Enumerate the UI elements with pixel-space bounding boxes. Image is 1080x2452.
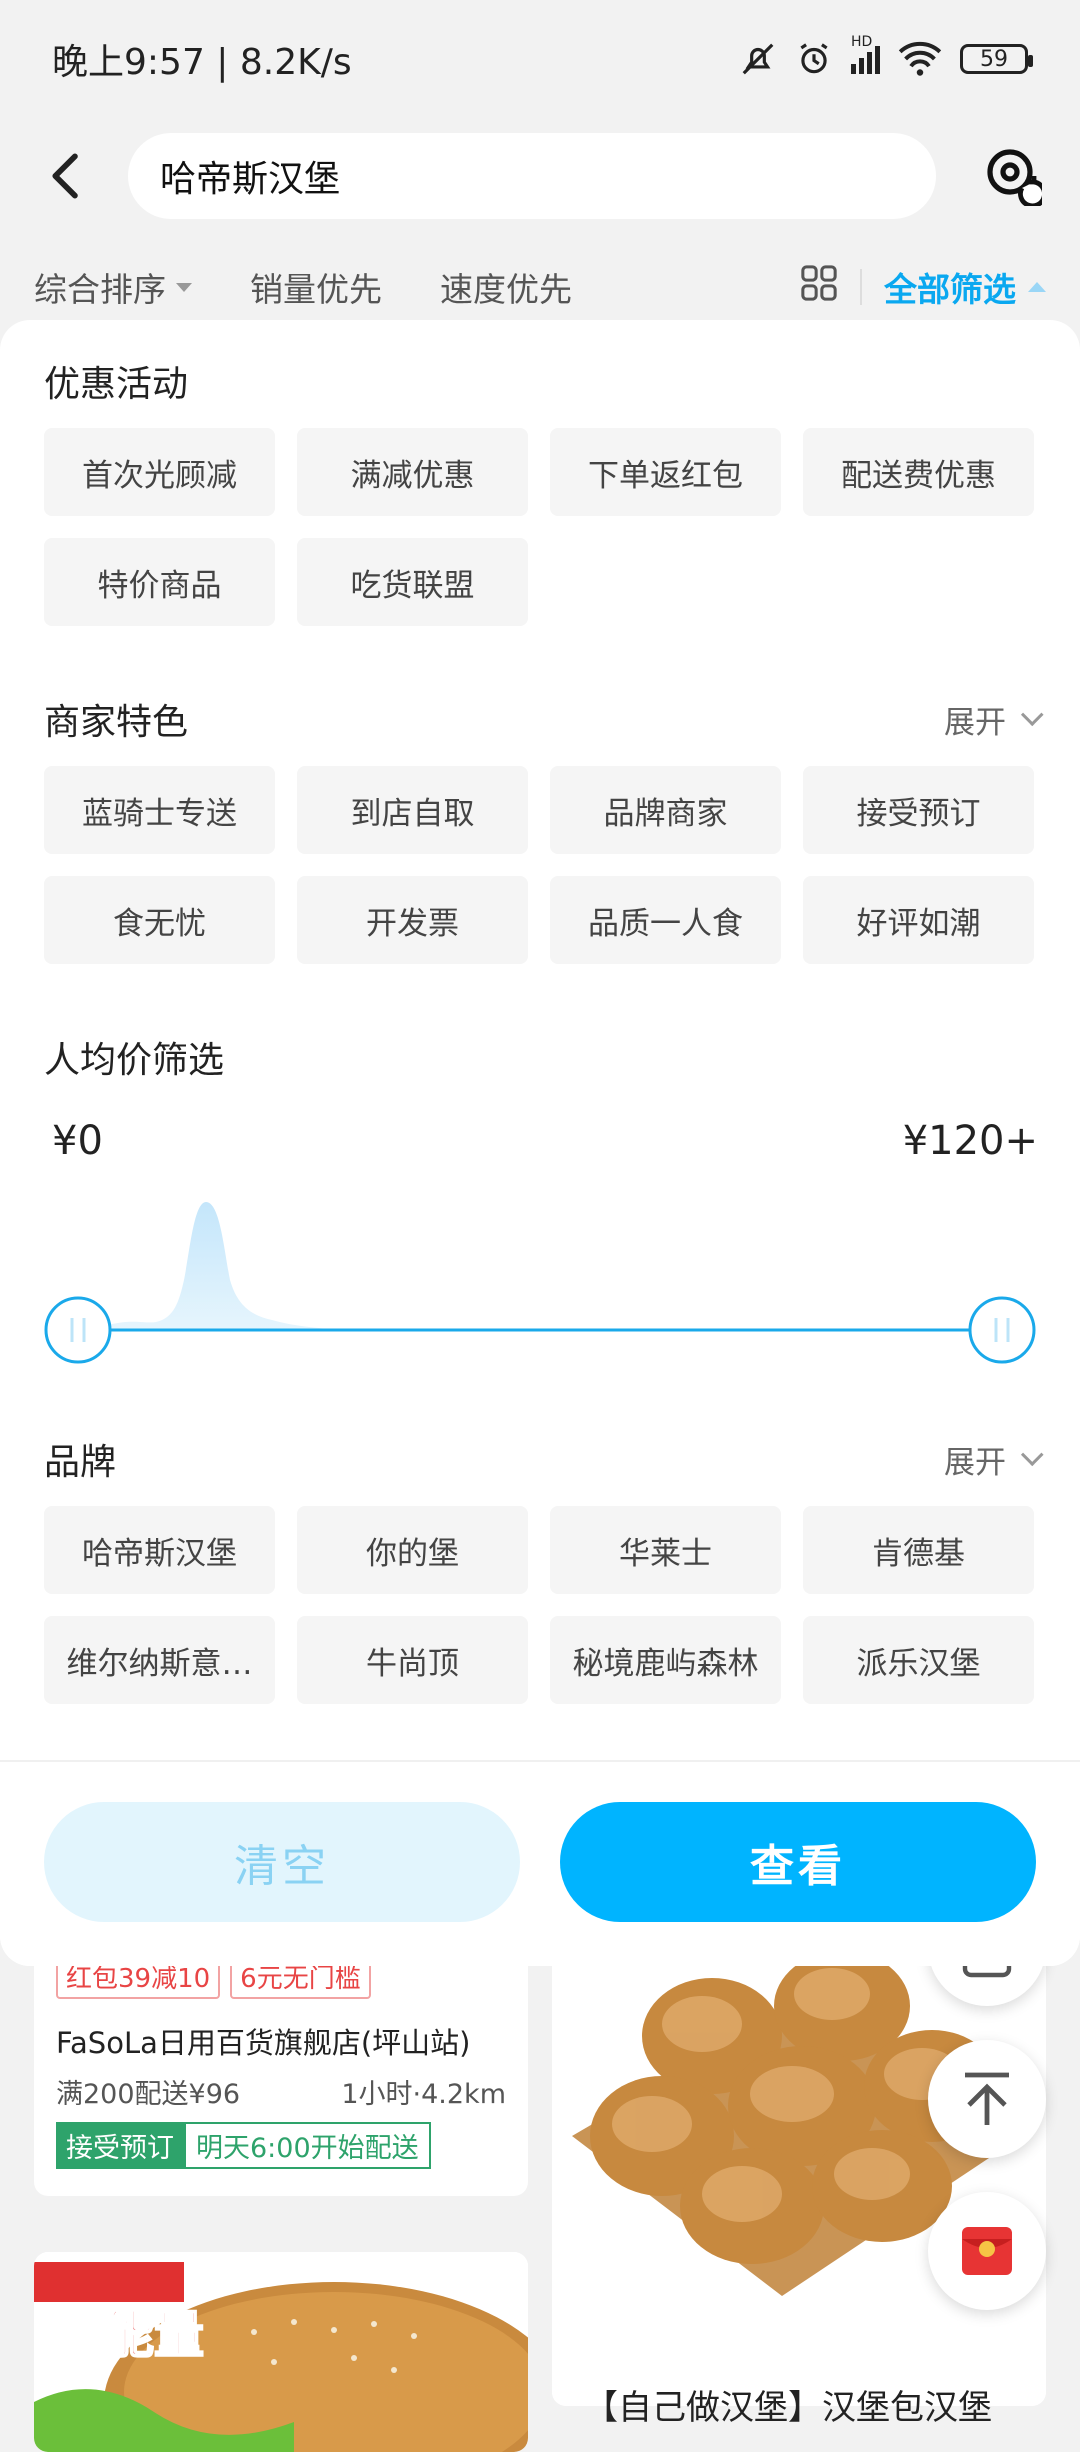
section-title: 优惠活动 — [44, 364, 189, 405]
banner-text: 能量 — [104, 2306, 204, 2364]
results-background: 红包39减10 6元无门槛 FaSoLa日用百货旗舰店(坪山站) 满200配送¥… — [0, 1888, 1080, 2452]
price-range-labels: ¥0 ¥120+ — [52, 1118, 1038, 1164]
burger-image: 能量 — [34, 2252, 528, 2452]
red-packet-button[interactable] — [928, 2192, 1046, 2310]
section-title: 人均价筛选 — [44, 1040, 225, 1081]
filter-tag[interactable]: 吃货联盟 — [297, 538, 528, 626]
arrow-up-icon — [965, 2072, 1009, 2125]
product-title: 【自己做汉堡】汉堡包汉堡 — [584, 2388, 992, 2428]
location-refresh-icon[interactable] — [982, 146, 1047, 209]
expand-button[interactable]: 展开 — [944, 1437, 1044, 1482]
sort-speed-label: 速度优先 — [440, 270, 572, 309]
filter-all-label: 全部筛选 — [884, 270, 1016, 309]
store-delivery: 满200配送¥96 — [56, 2079, 241, 2110]
section-merchant-features: 商家特色 展开 蓝骑士专送 到店自取 品牌商家 接受预订 食无忧 开发票 品质一… — [44, 684, 1044, 964]
search-header: 哈帝斯汉堡 — [0, 118, 1080, 234]
filter-all-button[interactable]: 全部筛选 — [884, 263, 1046, 311]
sort-sales[interactable]: 销量优先 — [250, 263, 382, 311]
expand-label: 展开 — [944, 1444, 1006, 1481]
filter-tag[interactable]: 食无忧 — [44, 876, 275, 964]
section-brand: 品牌 展开 哈帝斯汉堡 你的堡 华莱士 肯德基 维尔纳斯意… 牛尚顶 秘境鹿屿森… — [44, 1424, 1044, 1704]
chevron-down-icon — [1020, 1443, 1044, 1467]
filter-tag[interactable]: 首次光顾减 — [44, 428, 275, 516]
filter-tag[interactable]: 华莱士 — [550, 1506, 781, 1594]
sort-bar: 综合排序 销量优先 速度优先 全部筛选 — [0, 250, 1080, 324]
red-packet-icon — [962, 2227, 1012, 2275]
collapse-arrow-icon — [1028, 282, 1046, 292]
filter-tag[interactable]: 品牌商家 — [550, 766, 781, 854]
store-eta: 1小时·4.2km — [341, 2079, 506, 2110]
filter-tag[interactable]: 配送费优惠 — [803, 428, 1034, 516]
battery-icon: 59 — [960, 44, 1033, 74]
slider-handle-max[interactable] — [968, 1296, 1036, 1364]
filter-tag[interactable]: 到店自取 — [297, 766, 528, 854]
store-tag: 明天6:00开始配送 — [184, 2122, 431, 2169]
alarm-icon — [800, 43, 828, 74]
section-price: 人均价筛选 — [44, 1022, 1036, 1092]
expand-button[interactable]: 展开 — [944, 697, 1044, 742]
signal-icon: HD — [851, 34, 880, 74]
price-slider[interactable] — [44, 1190, 1036, 1370]
product-card[interactable]: 能量 — [34, 2252, 528, 2452]
search-input[interactable]: 哈帝斯汉堡 — [128, 133, 936, 219]
filter-tag[interactable]: 下单返红包 — [550, 428, 781, 516]
status-time: 晚上9:57 | 8.2K/s — [52, 42, 352, 83]
search-input-value: 哈帝斯汉堡 — [160, 159, 341, 200]
filter-tag[interactable]: 特价商品 — [44, 538, 275, 626]
filter-tag[interactable]: 接受预订 — [803, 766, 1034, 854]
divider — [860, 269, 862, 305]
filter-tag[interactable]: 开发票 — [297, 876, 528, 964]
filter-tag[interactable]: 牛尚顶 — [297, 1616, 528, 1704]
back-to-top-button[interactable] — [928, 2040, 1046, 2158]
store-name: FaSoLa日用百货旗舰店(坪山站) — [56, 2026, 471, 2060]
sort-comprehensive[interactable]: 综合排序 — [34, 263, 192, 311]
sort-speed[interactable]: 速度优先 — [440, 263, 572, 311]
filter-tag[interactable]: 哈帝斯汉堡 — [44, 1506, 275, 1594]
chevron-down-icon — [1020, 703, 1044, 727]
filter-tag[interactable]: 维尔纳斯意… — [44, 1616, 275, 1704]
filter-tag[interactable]: 肯德基 — [803, 1506, 1034, 1594]
store-card[interactable]: 红包39减10 6元无门槛 FaSoLa日用百货旗舰店(坪山站) 满200配送¥… — [34, 1926, 528, 2196]
section-title: 品牌 — [44, 1442, 117, 1483]
price-distribution-area — [64, 1202, 344, 1330]
view-button[interactable]: 查看 — [560, 1802, 1036, 1922]
status-icons: HD 59 — [739, 34, 1033, 78]
dropdown-icon — [176, 282, 192, 292]
expand-label: 展开 — [944, 704, 1006, 741]
filter-panel: 优惠活动 首次光顾减 满减优惠 下单返红包 配送费优惠 特价商品 吃货联盟 商家… — [0, 320, 1080, 1966]
price-min-label: ¥0 — [52, 1118, 103, 1164]
filter-tag[interactable]: 秘境鹿屿森林 — [550, 1616, 781, 1704]
price-distribution-chart — [44, 1202, 1036, 1364]
battery-level: 59 — [980, 46, 1008, 72]
filter-tag[interactable]: 品质一人食 — [550, 876, 781, 964]
back-icon[interactable] — [36, 146, 96, 206]
status-bar: 晚上9:57 | 8.2K/s HD 59 — [0, 0, 1080, 118]
grid-view-icon[interactable] — [800, 264, 838, 310]
filter-tag[interactable]: 派乐汉堡 — [803, 1616, 1034, 1704]
product-card[interactable] — [552, 1936, 1046, 2406]
section-promotions: 优惠活动 首次光顾减 满减优惠 下单返红包 配送费优惠 特价商品 吃货联盟 — [44, 346, 1036, 626]
filter-tag[interactable]: 满减优惠 — [297, 428, 528, 516]
clear-button[interactable]: 清空 — [44, 1802, 520, 1922]
section-title: 商家特色 — [44, 702, 189, 743]
sort-comprehensive-label: 综合排序 — [34, 270, 166, 309]
slider-handle-min[interactable] — [44, 1296, 112, 1364]
filter-tag[interactable]: 蓝骑士专送 — [44, 766, 275, 854]
burger-buns-image — [552, 1936, 1046, 2406]
filter-tag[interactable]: 你的堡 — [297, 1506, 528, 1594]
sort-sales-label: 销量优先 — [250, 270, 382, 309]
mute-bell-icon — [742, 43, 774, 75]
action-bar: 清空 查看 — [0, 1760, 1080, 1966]
filter-tag[interactable]: 好评如潮 — [803, 876, 1034, 964]
wifi-icon — [898, 41, 942, 76]
store-tag: 接受预订 — [56, 2122, 184, 2169]
price-max-label: ¥120+ — [902, 1118, 1038, 1164]
